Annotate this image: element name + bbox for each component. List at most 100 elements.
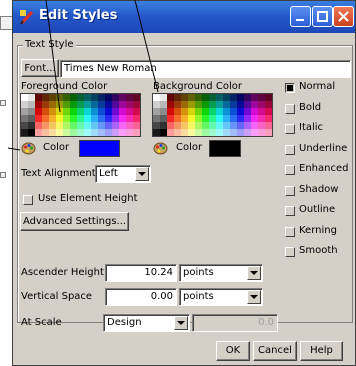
palette-cell[interactable] — [35, 94, 42, 101]
palette-cell[interactable] — [251, 122, 258, 129]
palette-cell[interactable] — [160, 101, 167, 108]
palette-cell[interactable] — [188, 122, 195, 129]
palette-cell[interactable] — [126, 108, 133, 115]
palette-cell[interactable] — [112, 108, 119, 115]
palette-cell[interactable] — [84, 108, 91, 115]
palette-cell[interactable] — [251, 101, 258, 108]
palette-cell[interactable] — [112, 122, 119, 129]
palette-cell[interactable] — [258, 94, 265, 101]
palette-cell[interactable] — [49, 94, 56, 101]
palette-cell[interactable] — [119, 129, 126, 136]
palette-cell[interactable] — [195, 101, 202, 108]
palette-cell[interactable] — [126, 101, 133, 108]
palette-cell[interactable] — [202, 129, 209, 136]
palette-cell[interactable] — [126, 115, 133, 122]
palette-cell[interactable] — [153, 122, 160, 129]
foreground-color-swatch[interactable] — [79, 140, 120, 157]
ok-button[interactable]: OK — [216, 341, 250, 361]
palette-cell[interactable] — [258, 115, 265, 122]
palette-cell[interactable] — [77, 122, 84, 129]
palette-cell[interactable] — [265, 94, 272, 101]
style-checkbox-kerning[interactable] — [285, 226, 295, 237]
palette-cell[interactable] — [21, 129, 28, 136]
palette-cell[interactable] — [56, 101, 63, 108]
palette-cell[interactable] — [28, 101, 35, 108]
palette-cell[interactable] — [174, 101, 181, 108]
palette-cell[interactable] — [244, 129, 251, 136]
palette-cell[interactable] — [181, 108, 188, 115]
palette-cell[interactable] — [244, 94, 251, 101]
title-bar[interactable]: Edit Styles — [13, 1, 355, 33]
palette-cell[interactable] — [91, 94, 98, 101]
palette-cell[interactable] — [209, 101, 216, 108]
palette-cell[interactable] — [202, 122, 209, 129]
maximize-button[interactable] — [312, 6, 333, 27]
palette-cell[interactable] — [258, 101, 265, 108]
palette-cell[interactable] — [63, 101, 70, 108]
palette-cell[interactable] — [70, 129, 77, 136]
palette-cell[interactable] — [84, 94, 91, 101]
palette-cell[interactable] — [28, 94, 35, 101]
palette-cell[interactable] — [63, 94, 70, 101]
palette-cell[interactable] — [84, 129, 91, 136]
palette-cell[interactable] — [35, 122, 42, 129]
palette-cell[interactable] — [230, 101, 237, 108]
palette-cell[interactable] — [209, 115, 216, 122]
palette-cell[interactable] — [63, 122, 70, 129]
palette-cell[interactable] — [105, 122, 112, 129]
palette-cell[interactable] — [77, 101, 84, 108]
palette-cell[interactable] — [237, 129, 244, 136]
palette-cell[interactable] — [91, 108, 98, 115]
palette-cell[interactable] — [98, 115, 105, 122]
palette-cell[interactable] — [91, 101, 98, 108]
palette-cell[interactable] — [42, 101, 49, 108]
palette-cell[interactable] — [56, 122, 63, 129]
palette-cell[interactable] — [174, 94, 181, 101]
palette-cell[interactable] — [230, 122, 237, 129]
palette-cell[interactable] — [77, 94, 84, 101]
palette-cell[interactable] — [153, 115, 160, 122]
palette-cell[interactable] — [167, 94, 174, 101]
palette-cell[interactable] — [91, 122, 98, 129]
palette-cell[interactable] — [160, 129, 167, 136]
palette-cell[interactable] — [160, 108, 167, 115]
palette-cell[interactable] — [119, 115, 126, 122]
palette-cell[interactable] — [126, 94, 133, 101]
palette-cell[interactable] — [216, 94, 223, 101]
palette-cell[interactable] — [251, 94, 258, 101]
palette-cell[interactable] — [112, 94, 119, 101]
palette-cell[interactable] — [167, 101, 174, 108]
palette-cell[interactable] — [195, 129, 202, 136]
advanced-settings-button[interactable]: Advanced Settings... — [20, 212, 129, 231]
palette-cell[interactable] — [63, 115, 70, 122]
palette-cell[interactable] — [153, 94, 160, 101]
palette-cell[interactable] — [105, 129, 112, 136]
palette-cell[interactable] — [265, 122, 272, 129]
palette-cell[interactable] — [174, 108, 181, 115]
palette-cell[interactable] — [188, 129, 195, 136]
ascender-height-field[interactable]: 10.24 — [105, 264, 177, 282]
palette-cell[interactable] — [153, 101, 160, 108]
style-checkbox-outline[interactable] — [285, 206, 295, 216]
palette-cell[interactable] — [244, 101, 251, 108]
palette-cell[interactable] — [251, 115, 258, 122]
palette-cell[interactable] — [223, 101, 230, 108]
palette-cell[interactable] — [49, 129, 56, 136]
palette-cell[interactable] — [237, 101, 244, 108]
style-checkbox-normal[interactable] — [285, 83, 295, 93]
palette-cell[interactable] — [119, 108, 126, 115]
palette-cell[interactable] — [119, 101, 126, 108]
palette-cell[interactable] — [195, 115, 202, 122]
minimize-button[interactable] — [290, 6, 311, 27]
palette-cell[interactable] — [126, 129, 133, 136]
palette-cell[interactable] — [84, 115, 91, 122]
chevron-down-icon[interactable] — [247, 266, 261, 280]
palette-cell[interactable] — [167, 122, 174, 129]
palette-cell[interactable] — [251, 108, 258, 115]
palette-cell[interactable] — [133, 108, 140, 115]
palette-cell[interactable] — [216, 115, 223, 122]
chevron-down-icon[interactable] — [135, 167, 149, 181]
palette-cell[interactable] — [223, 108, 230, 115]
palette-cell[interactable] — [42, 115, 49, 122]
palette-cell[interactable] — [105, 94, 112, 101]
